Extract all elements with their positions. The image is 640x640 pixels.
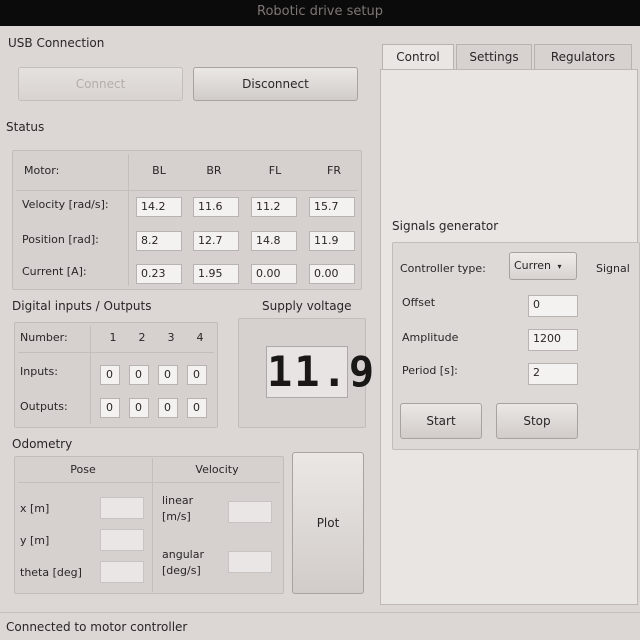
input-value: 0 bbox=[100, 365, 120, 385]
offset-input[interactable]: 0 bbox=[528, 295, 578, 317]
connect-button[interactable]: Connect bbox=[18, 67, 183, 101]
motor-col-header: BL bbox=[152, 164, 166, 177]
window-titlebar: Robotic drive setup bbox=[0, 0, 640, 26]
theta-label: theta [deg] bbox=[20, 566, 82, 579]
io-number: 1 bbox=[109, 331, 117, 344]
amplitude-label: Amplitude bbox=[402, 331, 459, 344]
theta-value bbox=[100, 561, 144, 583]
motor-col-header: FR bbox=[327, 164, 341, 177]
digital-io-divider bbox=[18, 352, 214, 353]
motor-col-header: BR bbox=[206, 164, 222, 177]
input-value: 0 bbox=[187, 365, 207, 385]
current-br-value: 1.95 bbox=[193, 264, 239, 284]
input-value: 0 bbox=[158, 365, 178, 385]
chevron-down-icon: ▾ bbox=[557, 262, 562, 271]
velocity-fr-value: 15.7 bbox=[309, 197, 355, 217]
y-value bbox=[100, 529, 144, 551]
current-label: Current [A]: bbox=[22, 265, 87, 278]
motor-col-header: FL bbox=[268, 164, 282, 177]
window-title: Robotic drive setup bbox=[257, 4, 383, 19]
stop-button[interactable]: Stop bbox=[496, 403, 578, 439]
motor-label: Motor: bbox=[24, 164, 60, 177]
digital-io-title: Digital inputs / Outputs bbox=[12, 299, 152, 313]
tab-control[interactable]: Control bbox=[382, 44, 454, 69]
inputs-label: Inputs: bbox=[20, 365, 58, 378]
odometry-divider bbox=[152, 458, 153, 592]
period-input[interactable]: 2 bbox=[528, 363, 578, 385]
io-number: 2 bbox=[138, 331, 146, 344]
velocity-br-value: 11.6 bbox=[193, 197, 239, 217]
signals-generator-title: Signals generator bbox=[392, 219, 499, 233]
current-bl-value: 0.23 bbox=[136, 264, 182, 284]
position-bl-value: 8.2 bbox=[136, 231, 182, 251]
controller-type-label: Controller type: bbox=[400, 262, 486, 275]
tab-settings[interactable]: Settings bbox=[456, 44, 532, 69]
y-label: y [m] bbox=[20, 534, 50, 547]
plot-button[interactable]: Plot bbox=[292, 452, 364, 594]
odometry-divider bbox=[18, 482, 280, 483]
signal-label: Signal bbox=[596, 262, 630, 275]
x-label: x [m] bbox=[20, 502, 50, 515]
status-section-title: Status bbox=[6, 120, 45, 134]
angular-velocity-value bbox=[228, 551, 272, 573]
position-label: Position [rad]: bbox=[22, 233, 99, 246]
statusbar-divider bbox=[0, 612, 640, 613]
pose-header: Pose bbox=[70, 463, 96, 476]
disconnect-button[interactable]: Disconnect bbox=[193, 67, 358, 101]
offset-label: Offset bbox=[402, 296, 436, 309]
tab-regulators[interactable]: Regulators bbox=[534, 44, 632, 69]
velocity-fl-value: 11.2 bbox=[251, 197, 297, 217]
supply-voltage-title: Supply voltage bbox=[262, 299, 352, 313]
output-value: 0 bbox=[129, 398, 149, 418]
linear-velocity-value bbox=[228, 501, 272, 523]
linear-unit-label: [m/s] bbox=[162, 510, 191, 523]
output-value: 0 bbox=[158, 398, 178, 418]
velocity-label: Velocity [rad/s]: bbox=[22, 198, 109, 211]
input-value: 0 bbox=[129, 365, 149, 385]
io-number: 4 bbox=[196, 331, 204, 344]
angular-label: angular bbox=[162, 548, 204, 561]
x-value bbox=[100, 497, 144, 519]
usb-section-title: USB Connection bbox=[8, 36, 105, 50]
supply-voltage-display: 11.9 bbox=[266, 346, 377, 398]
output-value: 0 bbox=[100, 398, 120, 418]
period-label: Period [s]: bbox=[402, 364, 458, 377]
status-divider bbox=[128, 154, 129, 286]
position-br-value: 12.7 bbox=[193, 231, 239, 251]
velocity-header: Velocity bbox=[195, 463, 239, 476]
output-value: 0 bbox=[187, 398, 207, 418]
position-fl-value: 14.8 bbox=[251, 231, 297, 251]
current-fl-value: 0.00 bbox=[251, 264, 297, 284]
digital-io-divider bbox=[90, 326, 91, 424]
velocity-bl-value: 14.2 bbox=[136, 197, 182, 217]
io-number: 3 bbox=[167, 331, 175, 344]
status-divider bbox=[16, 190, 358, 191]
status-bar-text: Connected to motor controller bbox=[6, 620, 188, 634]
start-button[interactable]: Start bbox=[400, 403, 482, 439]
number-label: Number: bbox=[20, 331, 68, 344]
odometry-title: Odometry bbox=[12, 437, 73, 451]
linear-label: linear bbox=[162, 494, 194, 507]
outputs-label: Outputs: bbox=[20, 400, 68, 413]
position-fr-value: 11.9 bbox=[309, 231, 355, 251]
current-fr-value: 0.00 bbox=[309, 264, 355, 284]
controller-type-value: Curren bbox=[514, 259, 552, 272]
amplitude-input[interactable]: 1200 bbox=[528, 329, 578, 351]
controller-type-select[interactable]: Curren ▾ bbox=[509, 252, 577, 280]
angular-unit-label: [deg/s] bbox=[162, 564, 201, 577]
